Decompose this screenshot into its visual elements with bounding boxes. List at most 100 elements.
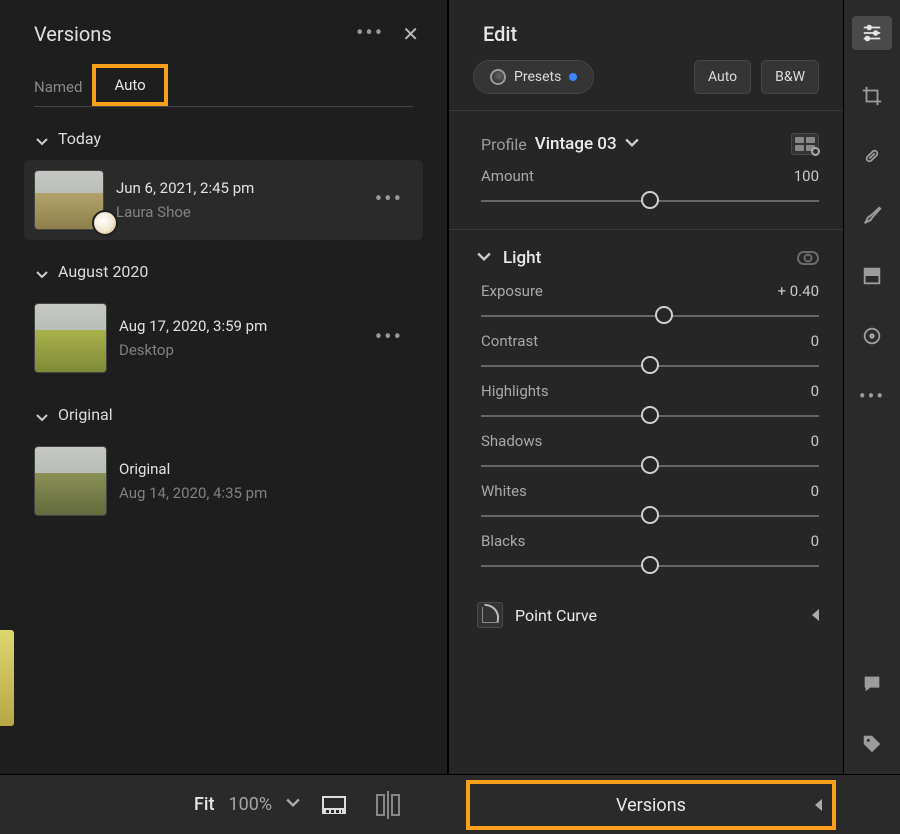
highlights-label: Highlights (481, 382, 549, 400)
close-icon[interactable]: ✕ (398, 22, 423, 46)
profile-browser-button[interactable] (791, 133, 819, 155)
profile-label: Profile (481, 135, 527, 154)
point-curve-label: Point Curve (515, 606, 800, 625)
group-aug2020: August 2020 Aug 17, 2020, 3:59 pm Deskto… (0, 240, 447, 383)
group-today: Today Jun 6, 2021, 2:45 pm Laura Shoe ••… (0, 107, 447, 240)
comment-icon[interactable] (858, 670, 886, 698)
shadows-slider-row: Shadows 0 (449, 424, 843, 474)
amount-slider[interactable] (481, 191, 819, 209)
group-title: Original (58, 405, 113, 424)
versions-button[interactable]: Versions (466, 780, 836, 830)
shadows-label: Shadows (481, 432, 542, 450)
whites-label: Whites (481, 482, 527, 500)
edit-sliders-icon[interactable] (852, 16, 892, 50)
radial-gradient-icon[interactable] (858, 322, 886, 350)
light-title: Light (503, 248, 785, 268)
brush-icon[interactable] (858, 202, 886, 230)
preset-row: Presets Auto B&W (449, 60, 843, 111)
zoom-value[interactable]: 100% (229, 794, 273, 815)
shadows-slider[interactable] (481, 456, 819, 474)
blacks-value: 0 (811, 532, 819, 550)
amount-value: 100 (794, 167, 819, 185)
triangle-left-icon (815, 799, 822, 811)
highlights-slider[interactable] (481, 406, 819, 424)
light-section-header[interactable]: Light (449, 230, 843, 274)
contrast-value: 0 (811, 332, 819, 350)
version-thumbnail (34, 446, 107, 516)
version-item[interactable]: Original Aug 14, 2020, 4:35 pm (24, 436, 423, 526)
version-source: Aug 14, 2020, 4:35 pm (119, 484, 413, 502)
chevron-down-icon (477, 249, 491, 268)
versions-title: Versions (34, 22, 356, 46)
group-header-original[interactable]: Original (24, 383, 423, 436)
tab-auto[interactable]: Auto (114, 76, 145, 94)
version-info: Jun 6, 2021, 2:45 pm Laura Shoe (116, 179, 353, 221)
preset-active-dot-icon (569, 73, 577, 81)
crop-icon[interactable] (858, 82, 886, 110)
exposure-label: Exposure (481, 282, 543, 300)
tag-icon[interactable] (858, 730, 886, 758)
chevron-down-icon[interactable] (625, 135, 639, 154)
profile-row: Profile Vintage 03 (449, 111, 843, 159)
healing-icon[interactable] (858, 142, 886, 170)
more-icon[interactable]: ••• (858, 382, 886, 410)
version-date: Original (119, 460, 413, 478)
exposure-slider-row: Exposure + 0.40 (449, 274, 843, 324)
slider-thumb[interactable] (641, 506, 659, 524)
group-title: August 2020 (58, 262, 148, 281)
slider-thumb[interactable] (641, 406, 659, 424)
profile-name[interactable]: Vintage 03 (535, 134, 617, 154)
blacks-label: Blacks (481, 532, 525, 550)
version-more-icon[interactable]: ••• (365, 336, 413, 340)
amount-label: Amount (481, 167, 534, 185)
versions-more-icon[interactable]: ••• (356, 32, 384, 36)
whites-slider[interactable] (481, 506, 819, 524)
version-more-icon[interactable]: ••• (365, 198, 413, 202)
group-header-today[interactable]: Today (24, 107, 423, 160)
tab-named[interactable]: Named (34, 70, 92, 106)
exposure-slider[interactable] (481, 306, 819, 324)
tab-auto-highlight: Auto (92, 64, 167, 106)
versions-tabs: Named Auto (0, 64, 447, 106)
contrast-slider[interactable] (481, 356, 819, 374)
presets-button[interactable]: Presets (473, 60, 594, 94)
blacks-slider-row: Blacks 0 (449, 524, 843, 574)
highlights-slider-row: Highlights 0 (449, 374, 843, 424)
blacks-slider[interactable] (481, 556, 819, 574)
filmstrip-icon[interactable] (322, 796, 346, 814)
slider-thumb[interactable] (641, 191, 659, 209)
chevron-down-icon[interactable] (286, 795, 300, 814)
group-title: Today (58, 129, 101, 148)
bw-button[interactable]: B&W (761, 60, 819, 94)
shadows-value: 0 (811, 432, 819, 450)
version-source: Laura Shoe (116, 203, 353, 221)
versions-button-label: Versions (616, 795, 686, 816)
slider-thumb[interactable] (641, 456, 659, 474)
highlights-value: 0 (811, 382, 819, 400)
group-original: Original Original Aug 14, 2020, 4:35 pm (0, 383, 447, 526)
slider-thumb[interactable] (641, 556, 659, 574)
version-source: Desktop (119, 341, 353, 359)
fit-button[interactable]: Fit (194, 794, 215, 815)
visibility-icon[interactable] (797, 251, 819, 265)
compare-icon[interactable] (376, 791, 400, 819)
version-date: Aug 17, 2020, 3:59 pm (119, 317, 353, 335)
version-item[interactable]: Aug 17, 2020, 3:59 pm Desktop ••• (24, 293, 423, 383)
slider-thumb[interactable] (641, 356, 659, 374)
linear-gradient-icon[interactable] (858, 262, 886, 290)
auto-button[interactable]: Auto (694, 60, 751, 94)
point-curve-row[interactable]: Point Curve (449, 592, 843, 632)
edit-title: Edit (449, 22, 843, 60)
group-header-aug2020[interactable]: August 2020 (24, 240, 423, 293)
versions-panel: Versions ••• ✕ Named Auto Today Jun 6, 2… (0, 0, 448, 774)
tool-rail: ••• (843, 0, 900, 834)
filmstrip-edge-thumbnail[interactable] (0, 630, 14, 726)
chevron-down-icon (36, 266, 48, 278)
slider-thumb[interactable] (655, 306, 673, 324)
curve-icon (477, 602, 503, 628)
version-info: Original Aug 14, 2020, 4:35 pm (119, 460, 413, 502)
contrast-label: Contrast (481, 332, 538, 350)
exposure-value: + 0.40 (778, 282, 819, 300)
presets-icon (490, 69, 506, 85)
version-item-selected[interactable]: Jun 6, 2021, 2:45 pm Laura Shoe ••• (24, 160, 423, 240)
